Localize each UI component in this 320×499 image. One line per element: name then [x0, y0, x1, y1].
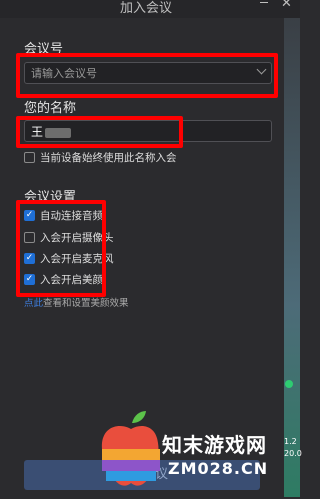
watermark-text: 知末游戏网: [162, 433, 267, 457]
remember-name-checkbox-row[interactable]: 当前设备始终使用此名称入会: [24, 150, 177, 165]
watermark-domain: ZM028.CN: [168, 459, 269, 478]
apple-logo-icon: [101, 411, 160, 486]
title-bar: 加入会议 ✕: [0, 0, 300, 18]
watermark: 知末游戏网 ZM028.CN: [96, 405, 296, 495]
remember-name-label: 当前设备始终使用此名称入会: [40, 152, 177, 164]
beauty-settings-text: 查看和设置美颜效果: [43, 298, 129, 309]
beauty-settings-link[interactable]: 点此: [24, 298, 43, 309]
checkbox[interactable]: [24, 152, 35, 163]
close-icon[interactable]: ✕: [281, 0, 292, 11]
display-name-label: 您的名称: [24, 101, 77, 116]
highlight-box: [16, 116, 183, 148]
minimize-icon[interactable]: [260, 2, 268, 3]
window-title: 加入会议: [120, 1, 173, 16]
highlight-box: [16, 200, 106, 297]
beauty-settings-hint: 点此查看和设置美颜效果: [24, 295, 129, 309]
highlight-box: [16, 53, 278, 98]
status-dot-icon: [285, 380, 293, 388]
